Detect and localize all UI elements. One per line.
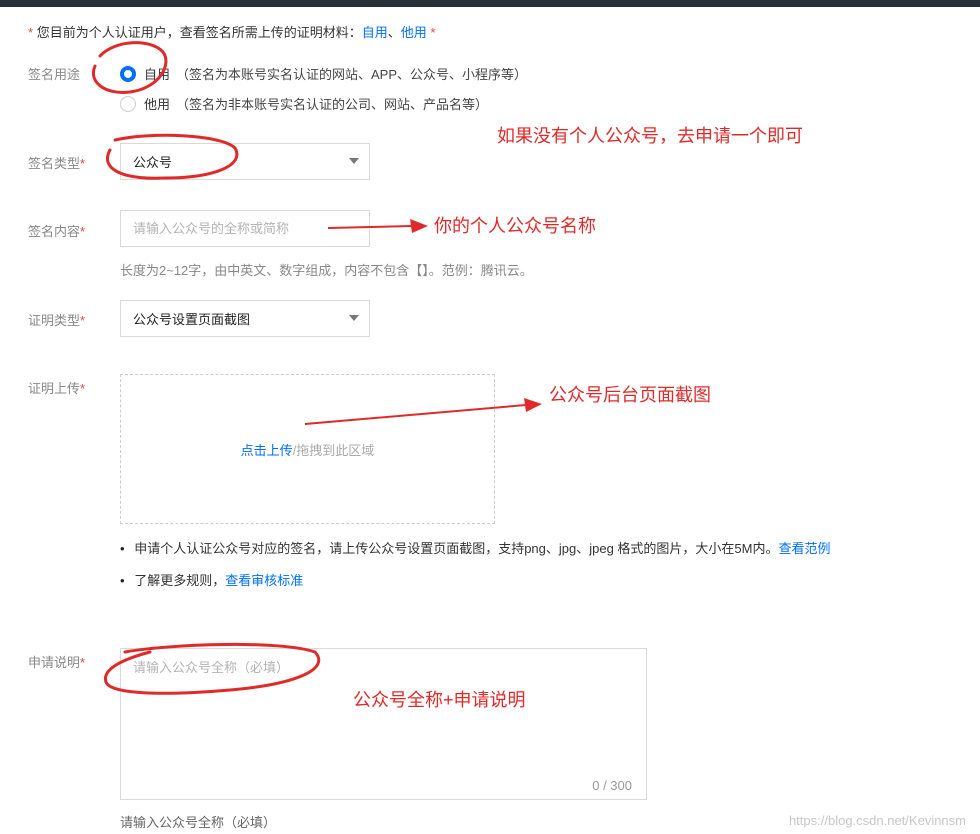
description-label: 申请说明*	[28, 652, 85, 671]
description-box: 0 / 300	[120, 648, 647, 800]
upload-dropzone[interactable]: 点击上传/拖拽到此区域	[120, 374, 495, 524]
description-label-text: 申请说明	[28, 655, 81, 670]
proof-type-select[interactable]: 公众号设置页面截图	[120, 300, 370, 337]
radio-self-use-title: 自用	[144, 67, 171, 82]
other-use-link[interactable]: 他用	[401, 25, 427, 40]
annotation-full-name: 公众号全称+申请说明	[353, 690, 526, 710]
annotation-account-name: 你的个人公众号名称	[434, 216, 596, 236]
description-tip: 请输入公众号全称（必填）	[120, 815, 277, 830]
required-star-end: *	[426, 25, 436, 40]
arrowhead-account-name	[410, 219, 428, 233]
proof-upload-label: 证明上传*	[28, 378, 85, 397]
required-star: *	[80, 224, 86, 239]
radio-other-use[interactable]: 他用 （签名为非本账号实名认证的公司、网站、产品名等）	[120, 94, 488, 113]
sign-content-input[interactable]	[120, 210, 370, 247]
self-use-link[interactable]: 自用	[362, 25, 388, 40]
notice-separator: 、	[387, 25, 401, 40]
radio-self-use[interactable]: 自用 （签名为本账号实名认证的网站、APP、公众号、小程序等）	[120, 64, 527, 83]
description-textarea[interactable]	[121, 649, 646, 799]
required-star: *	[28, 25, 34, 40]
required-star: *	[80, 381, 86, 396]
proof-type-label-text: 证明类型	[28, 313, 81, 328]
required-star: *	[80, 655, 86, 670]
more-rules-text: 了解更多规则，	[134, 573, 226, 588]
sign-content-label: 签名内容*	[28, 221, 85, 240]
sign-type-label-text: 签名类型	[28, 156, 81, 171]
watermark: https://blog.csdn.net/Kevinnsm	[788, 813, 966, 828]
required-star: *	[80, 313, 86, 328]
arrowhead-backend-screenshot	[524, 398, 542, 412]
char-counter: 0 / 300	[592, 778, 632, 793]
radio-checked-icon[interactable]	[120, 65, 136, 82]
sign-type-value: 公众号	[133, 155, 173, 170]
notice-text: 您目前为个人认证用户，查看签名所需上传的证明材料：	[36, 25, 362, 40]
review-standard-link[interactable]: 查看审核标准	[225, 573, 303, 588]
required-star: *	[80, 156, 86, 171]
purpose-label: 签名用途	[28, 67, 81, 82]
proof-type-label: 证明类型*	[28, 310, 85, 329]
caret-down-icon	[349, 315, 359, 321]
view-example-link[interactable]: 查看范例	[778, 541, 830, 556]
caret-down-icon	[349, 158, 359, 164]
radio-other-use-hint: （签名为非本账号实名认证的公司、网站、产品名等）	[176, 97, 489, 112]
sign-content-label-text: 签名内容	[28, 224, 81, 239]
annotation-backend-screenshot: 公众号后台页面截图	[549, 385, 711, 405]
radio-self-use-hint: （签名为本账号实名认证的网站、APP、公众号、小程序等）	[176, 67, 528, 82]
upload-rule-text: 申请个人认证公众号对应的签名，请上传公众号设置页面截图，支持png、jpg、jp…	[134, 541, 779, 556]
notice-line: * 您目前为个人认证用户，查看签名所需上传的证明材料：自用、他用 *	[28, 22, 435, 41]
upload-rule-bullet: 申请个人认证公众号对应的签名，请上传公众号设置页面截图，支持png、jpg、jp…	[120, 538, 830, 557]
drag-hint: /拖拽到此区域	[292, 442, 375, 458]
more-rules-bullet: 了解更多规则，查看审核标准	[120, 570, 303, 589]
sign-type-select[interactable]: 公众号	[120, 143, 370, 180]
sign-type-label: 签名类型*	[28, 153, 85, 172]
annotation-apply-account: 如果没有个人公众号，去申请一个即可	[497, 126, 803, 146]
top-bar	[0, 0, 980, 7]
sign-content-tip: 长度为2~12字，由中英文、数字组成，内容不包含【】。范例：腾讯云。	[120, 263, 533, 278]
proof-type-value: 公众号设置页面截图	[133, 312, 251, 327]
radio-unchecked-icon[interactable]	[120, 95, 136, 112]
click-upload-link[interactable]: 点击上传	[241, 440, 293, 459]
proof-upload-label-text: 证明上传	[28, 381, 81, 396]
radio-other-use-title: 他用	[144, 97, 171, 112]
